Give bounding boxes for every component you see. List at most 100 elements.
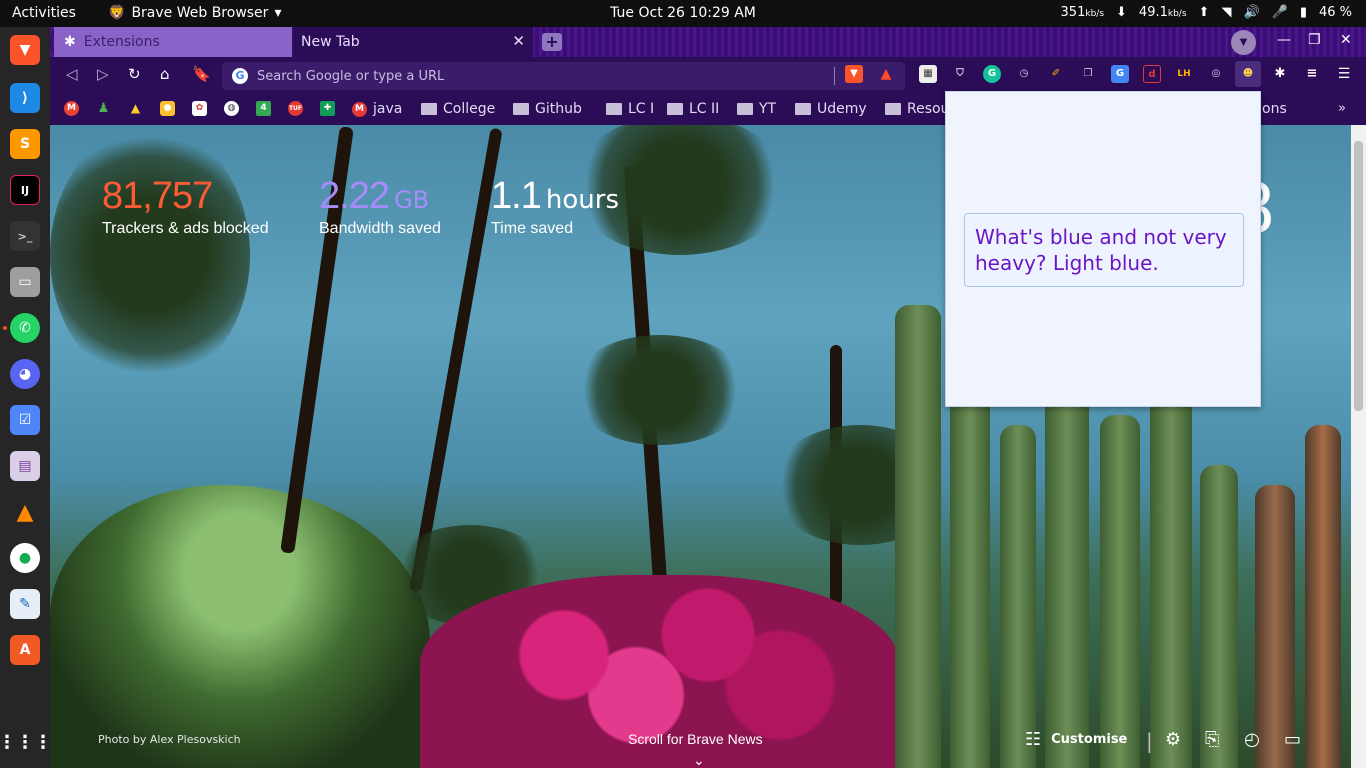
four-icon[interactable]: 4 xyxy=(256,101,271,116)
customise-button[interactable]: ☷ Customise xyxy=(1025,729,1127,750)
scroll-for-news[interactable]: Scroll for Brave News xyxy=(628,731,763,747)
bookmark-java[interactable]: Mjava xyxy=(352,101,402,117)
upload-arrow-icon: ⬆ xyxy=(1198,5,1210,20)
drive-icon[interactable]: ▲ xyxy=(128,101,143,116)
vscode-dock-icon[interactable]: ⟩ xyxy=(10,83,40,113)
sheets-icon[interactable]: ✚ xyxy=(320,101,335,116)
discord-dock-icon[interactable]: ◕ xyxy=(10,359,40,389)
forward-icon[interactable]: ▷ xyxy=(97,65,109,83)
address-bar[interactable]: G Search Google or type a URL xyxy=(222,62,905,90)
tasks-dock-icon[interactable]: ☑ xyxy=(10,405,40,435)
search-input[interactable]: Search Google or type a URL xyxy=(257,69,444,84)
brave-shields-icon[interactable]: ▼ xyxy=(845,65,863,83)
palm-crown xyxy=(570,335,750,445)
battery-icon: ▮ xyxy=(1299,5,1307,20)
keep-icon[interactable]: ● xyxy=(160,101,175,116)
mongodb-dock-icon[interactable]: ● xyxy=(10,543,40,573)
settings-tweaks-dock-icon[interactable]: ▤ xyxy=(10,451,40,481)
java-site-icon: M xyxy=(352,101,367,117)
extension-glasses-icon[interactable]: ◎ xyxy=(1207,65,1225,83)
cactus xyxy=(1000,425,1036,768)
grammarly-icon[interactable]: G xyxy=(983,65,1001,83)
stat-bandwidth: 2.22 GB Bandwidth saved xyxy=(319,175,441,237)
folder-icon xyxy=(737,103,753,115)
bookmark-folder-github[interactable]: Github xyxy=(513,101,582,117)
minimize-button[interactable]: — xyxy=(1277,32,1291,48)
scrollbar-thumb[interactable] xyxy=(1354,141,1363,411)
extension-shield-icon[interactable]: ⛉ xyxy=(951,65,969,83)
google-icon: G xyxy=(232,68,248,84)
google-translate-icon[interactable]: G xyxy=(1111,65,1129,83)
video-call-icon[interactable]: ▭ xyxy=(1284,729,1301,750)
whatsapp-dock-icon[interactable]: ✆ xyxy=(10,313,40,343)
cactus xyxy=(1045,395,1089,768)
home-icon[interactable]: ⌂ xyxy=(160,65,170,83)
palm-bush xyxy=(50,485,430,768)
extensions-puzzle-icon[interactable]: ✱ xyxy=(1271,65,1289,83)
bookmark-folder-other[interactable]: ons xyxy=(1262,101,1287,117)
joke-extension-icon[interactable]: ☻ xyxy=(1235,61,1261,87)
photos-icon[interactable]: ✿ xyxy=(192,101,207,116)
divider xyxy=(834,67,835,85)
bookmark-folder-lc1[interactable]: LC I xyxy=(606,101,654,117)
stat-trackers: 81,757 Trackers & ads blocked xyxy=(102,175,269,237)
show-apps-grid-icon[interactable]: ⋮⋮⋮ xyxy=(0,727,52,757)
tuf-icon[interactable]: TUF xyxy=(288,101,303,116)
bookmark-folder-yt[interactable]: YT xyxy=(737,101,776,117)
globe-icon[interactable]: ◍ xyxy=(224,101,239,116)
download-speed: 49.1kb/s xyxy=(1138,5,1187,20)
extension-copy-icon[interactable]: ❐ xyxy=(1079,65,1097,83)
running-indicator xyxy=(3,326,7,330)
puzzle-icon: ✱ xyxy=(64,34,76,50)
bookmarks-overflow-icon[interactable]: » xyxy=(1338,101,1346,116)
system-tray[interactable]: 351kb/s ⬇ 49.1kb/s ⬆ ◥ 🔊 🎤 ▮ 46 % xyxy=(1061,5,1352,20)
brave-dock-icon[interactable]: ▼ xyxy=(10,35,40,65)
close-tab-icon[interactable]: ✕ xyxy=(512,32,525,50)
extension-lh-icon[interactable]: LH xyxy=(1175,65,1193,83)
chess-icon[interactable]: ♟ xyxy=(96,101,111,116)
microphone-icon: 🎤 xyxy=(1271,5,1288,20)
extension-red-icon[interactable]: d xyxy=(1143,65,1161,83)
bookmark-folder-college[interactable]: College xyxy=(421,101,495,117)
cactus xyxy=(1255,485,1295,768)
bookmarks-icon[interactable]: ⎘ xyxy=(1205,729,1219,750)
vlc-dock-icon[interactable]: ▲ xyxy=(10,497,40,527)
files-dock-icon[interactable]: ▭ xyxy=(10,267,40,297)
wifi-icon: ◥ xyxy=(1221,5,1232,20)
bookmark-folder-resources[interactable]: Resou xyxy=(885,101,949,117)
menu-icon[interactable]: ☰ xyxy=(1335,65,1353,83)
photo-credit[interactable]: Photo by Alex Plesovskich xyxy=(98,733,241,746)
bookmark-folder-lc2[interactable]: LC II xyxy=(667,101,719,117)
tab-new-tab[interactable]: New Tab ✕ xyxy=(293,27,533,57)
extension-calculator-icon[interactable]: ▦ xyxy=(919,65,937,83)
joke-text: What's blue and not very heavy? Light bl… xyxy=(964,213,1244,287)
settings-gear-icon[interactable]: ⚙ xyxy=(1165,729,1181,750)
new-tab-button[interactable]: + xyxy=(542,33,562,51)
maximize-button[interactable]: ❐ xyxy=(1308,32,1321,48)
extension-timer-icon[interactable]: ◷ xyxy=(1015,65,1033,83)
folder-icon xyxy=(606,103,622,115)
gmail-icon[interactable]: M xyxy=(64,101,79,116)
download-arrow-icon: ⬇ xyxy=(1116,5,1127,20)
tab-strip: ✱ Extensions New Tab ✕ + ▼ — ❐ ✕ xyxy=(50,27,1366,57)
palm-crown xyxy=(50,125,250,385)
close-window-button[interactable]: ✕ xyxy=(1340,32,1352,48)
profile-menu-button[interactable]: ▼ xyxy=(1231,30,1256,55)
reload-icon[interactable]: ↻ xyxy=(128,65,141,83)
top-panel: Activities 🦁 Brave Web Browser ▾ Tue Oct… xyxy=(0,0,1366,27)
terminal-dock-icon[interactable]: >_ xyxy=(10,221,40,251)
software-center-dock-icon[interactable]: A xyxy=(10,635,40,665)
text-editor-dock-icon[interactable]: ✎ xyxy=(10,589,40,619)
bookmark-folder-udemy[interactable]: Udemy xyxy=(795,101,867,117)
bookmark-icon[interactable]: 🔖 xyxy=(192,65,211,83)
extension-color-picker-icon[interactable]: ✐ xyxy=(1047,65,1065,83)
brave-rewards-icon[interactable]: ▲ xyxy=(877,65,895,83)
folder-icon xyxy=(667,103,683,115)
tab-extensions[interactable]: ✱ Extensions xyxy=(54,27,292,57)
media-controls-icon[interactable]: ≡ xyxy=(1303,65,1321,83)
chevron-down-icon[interactable]: ⌄ xyxy=(693,753,705,768)
intellij-dock-icon[interactable]: IJ xyxy=(10,175,40,205)
sublime-dock-icon[interactable]: S xyxy=(10,129,40,159)
back-icon[interactable]: ◁ xyxy=(66,65,78,83)
history-icon[interactable]: ◴ xyxy=(1244,729,1260,750)
